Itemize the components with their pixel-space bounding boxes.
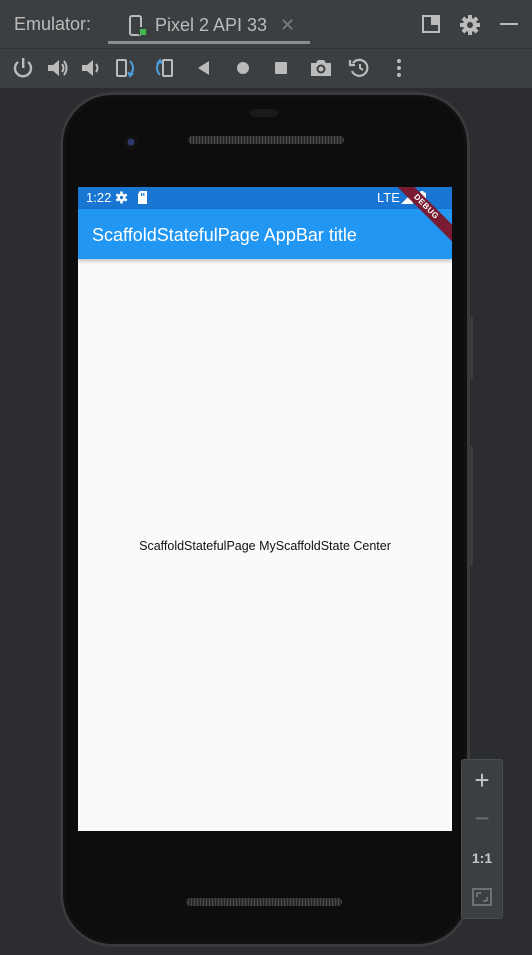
zoom-controls: + − 1:1 <box>461 759 503 919</box>
emulator-toolbar <box>0 49 532 88</box>
proximity-sensor <box>250 109 278 117</box>
volume-up-icon[interactable] <box>46 57 70 79</box>
overview-icon[interactable] <box>272 57 296 79</box>
tab-active-indicator <box>108 41 310 44</box>
screenshot-icon[interactable] <box>309 57 333 79</box>
minimize-icon[interactable] <box>499 14 519 39</box>
front-camera-icon <box>124 135 138 149</box>
close-tab-icon[interactable]: ✕ <box>280 15 295 36</box>
top-speaker <box>188 136 344 144</box>
volume-down-icon[interactable] <box>80 57 104 79</box>
app-bar-title: ScaffoldStatefulPage AppBar title <box>92 225 357 245</box>
rotate-left-icon[interactable] <box>114 57 138 79</box>
actual-size-button[interactable]: 1:1 <box>462 840 502 876</box>
window-mode-icon[interactable] <box>421 14 441 39</box>
more-icon[interactable] <box>390 57 414 79</box>
emulator-title-bar: Emulator: Pixel 2 API 33 ✕ <box>0 0 532 49</box>
app-bar: ScaffoldStatefulPage AppBar title <box>78 209 452 259</box>
tab-label: Pixel 2 API 33 <box>155 15 268 35</box>
status-bar: 1:22 LTE <box>78 187 452 209</box>
snapshot-icon[interactable] <box>348 57 372 79</box>
settings-status-icon <box>115 191 128 207</box>
gear-icon[interactable] <box>459 14 481 41</box>
volume-side-button[interactable] <box>468 446 473 566</box>
home-icon[interactable] <box>234 57 258 79</box>
power-icon[interactable] <box>12 57 36 79</box>
sd-card-status-icon <box>137 191 148 207</box>
emulator-label: Emulator: <box>14 14 92 34</box>
center-text: ScaffoldStatefulPage MyScaffoldState Cen… <box>139 539 391 553</box>
device-screen[interactable]: 1:22 LTE ScaffoldStatefulPage AppBar tit… <box>78 187 452 831</box>
network-type-label: LTE <box>377 190 400 205</box>
zoom-in-button[interactable]: + <box>462 762 502 798</box>
back-icon[interactable] <box>195 57 219 79</box>
fit-screen-icon[interactable] <box>462 880 502 916</box>
tab-pixel-2-api-33[interactable]: Pixel 2 API 33 ✕ <box>108 6 310 44</box>
bottom-speaker <box>186 898 342 906</box>
zoom-out-button[interactable]: − <box>462 800 502 836</box>
status-time: 1:22 <box>86 190 112 205</box>
rotate-right-icon[interactable] <box>152 57 176 79</box>
power-side-button[interactable] <box>468 316 473 380</box>
device-icon <box>128 15 148 42</box>
